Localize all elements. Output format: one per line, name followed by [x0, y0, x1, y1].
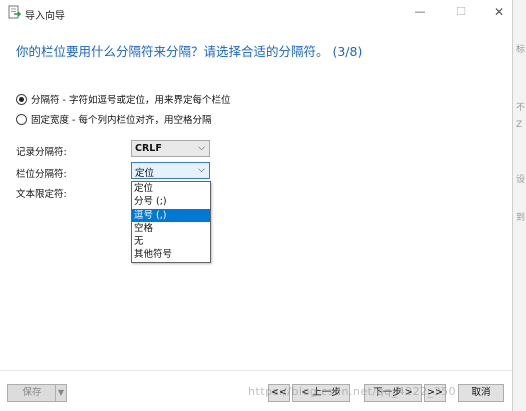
background-text: 设: [516, 175, 526, 185]
window-title: 导入向导: [25, 11, 65, 22]
chevron-down-icon: ▼: [57, 388, 65, 397]
background-text: Z: [516, 120, 523, 130]
page-heading: 你的栏位要用什么分隔符来分隔？请选择合适的分隔符。 (3/8): [16, 44, 363, 59]
dropdown-option[interactable]: 其他符号: [132, 248, 210, 261]
delimited-radio-label: 分隔符 - 字符如逗号或定位，用来界定每个栏位: [31, 95, 231, 106]
field-delimiter-label: 栏位分隔符:: [16, 169, 67, 180]
field-delimiter-dropdown-list: 定位 分号 (;) 逗号 (,) 空格 无 其他符号: [131, 181, 211, 263]
field-delimiter-value: 定位: [135, 168, 155, 179]
field-delimiter-select[interactable]: 定位 ⌵: [131, 162, 210, 179]
title-bar: 导入向导 — ☐ ✕: [0, 0, 512, 26]
dropdown-option[interactable]: 定位: [132, 182, 210, 195]
background-window-strip: 标 不 Z 设 到: [512, 0, 526, 411]
delimited-radio[interactable]: [16, 93, 27, 105]
dropdown-option-highlighted[interactable]: 逗号 (,): [132, 208, 210, 222]
background-text: 到: [516, 213, 526, 223]
watermark-text: https://blog.csdn.net/qq_4222_350: [248, 385, 457, 398]
save-dropdown-button[interactable]: ▼: [55, 384, 67, 402]
chevron-down-icon: ⌵: [198, 143, 205, 153]
fixed-width-radio-label: 固定宽度 - 每个列内栏位对齐，用空格分隔: [31, 115, 212, 126]
close-button[interactable]: ✕: [490, 4, 508, 20]
save-button[interactable]: 保存: [7, 384, 57, 402]
cancel-button[interactable]: 取消: [458, 384, 504, 402]
delimited-option[interactable]: 分隔符 - 字符如逗号或定位，用来界定每个栏位: [16, 92, 230, 106]
dropdown-option[interactable]: 分号 (;): [132, 195, 210, 208]
import-wizard-window: 导入向导 — ☐ ✕ 你的栏位要用什么分隔符来分隔？请选择合适的分隔符。 (3/…: [0, 0, 513, 411]
fixed-width-radio[interactable]: [16, 113, 27, 125]
fixed-width-option[interactable]: 固定宽度 - 每个列内栏位对齐，用空格分隔: [16, 112, 211, 126]
text-qualifier-label: 文本限定符:: [16, 189, 67, 200]
record-delimiter-value: CRLF: [135, 143, 162, 154]
minimize-button[interactable]: —: [411, 4, 429, 20]
background-text: 不: [516, 103, 526, 113]
record-delimiter-label: 记录分隔符:: [16, 147, 67, 158]
chevron-down-icon: ⌵: [198, 165, 205, 175]
import-wizard-icon: [8, 5, 21, 19]
dropdown-option[interactable]: 空格: [132, 222, 210, 235]
record-delimiter-select[interactable]: CRLF ⌵: [131, 140, 210, 157]
maximize-button[interactable]: ☐: [452, 4, 470, 20]
background-text: 标: [516, 45, 526, 55]
dropdown-option[interactable]: 无: [132, 235, 210, 248]
footer-divider: [0, 370, 512, 371]
